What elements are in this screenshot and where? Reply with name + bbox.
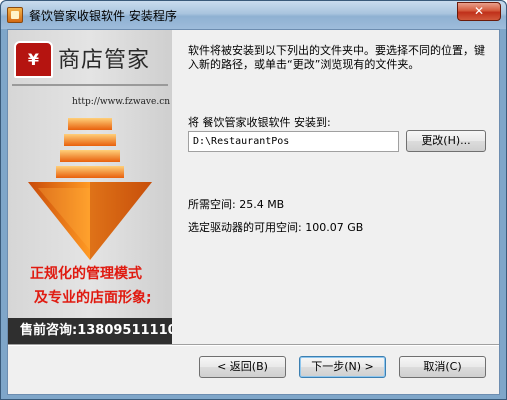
install-path-field[interactable]: D:\RestaurantPos — [188, 131, 399, 152]
arrow-graphic-icon — [28, 118, 152, 260]
side-banner: ¥ 商店管家 http://www.fzwave.cn 正规化的管理模式 及专业… — [8, 30, 172, 344]
window-title: 餐饮管家收银软件 安装程序 — [29, 9, 177, 23]
slogan-line-1: 正规化的管理模式 — [30, 266, 142, 282]
cancel-button[interactable]: 取消(C) — [399, 356, 486, 378]
title-bar[interactable]: 餐饮管家收银软件 安装程序 ✕ — [1, 1, 506, 29]
slogan-line-2: 及专业的店面形象; — [34, 290, 152, 306]
install-to-label: 将 餐饮管家收银软件 安装到: — [188, 116, 331, 129]
destination-description: 软件将被安装到以下列出的文件夹中。要选择不同的位置，键入新的路径，或单击“更改”… — [188, 44, 485, 71]
dialog-client-area: ¥ 商店管家 http://www.fzwave.cn 正规化的管理模式 及专业… — [7, 29, 500, 395]
app-icon — [7, 7, 23, 23]
arrow-shape — [28, 118, 152, 260]
next-button[interactable]: 下一步(N) > — [299, 356, 386, 378]
logo-icon: ¥ — [14, 41, 53, 78]
logo-text: 商店管家 — [58, 48, 151, 73]
logo-divider — [12, 84, 168, 86]
installer-window: 餐饮管家收银软件 安装程序 ✕ ¥ 商店管家 http://www.fzwave… — [0, 0, 507, 400]
change-button[interactable]: 更改(H)... — [406, 130, 486, 152]
space-required: 所需空间: 25.4 MB — [188, 198, 285, 211]
close-icon[interactable]: ✕ — [457, 2, 501, 21]
sales-hotline: 售前咨询:13809511110 — [8, 318, 172, 344]
footer-divider — [8, 344, 499, 346]
website-url: http://www.fzwave.cn — [72, 97, 171, 107]
space-available: 选定驱动器的可用空间: 100.07 GB — [188, 221, 364, 234]
back-button[interactable]: < 返回(B) — [199, 356, 286, 378]
